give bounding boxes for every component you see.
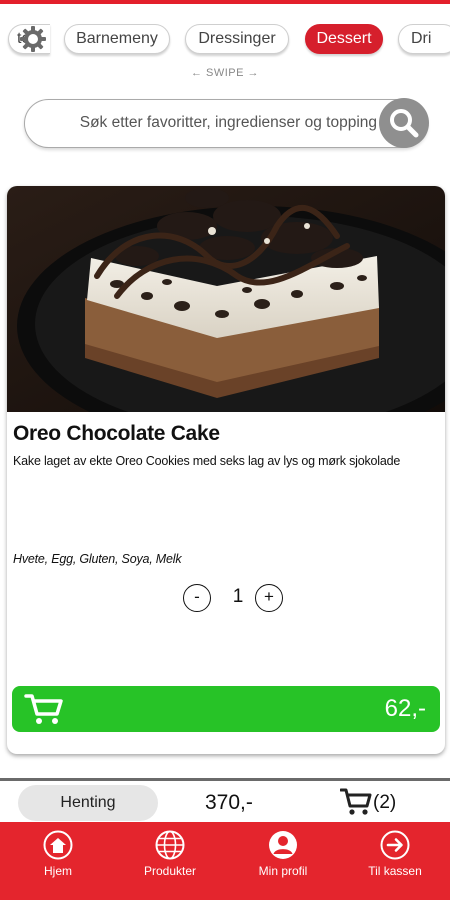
swipe-hint: ← SWIPE →	[190, 67, 260, 79]
cart-icon	[24, 694, 63, 724]
search-button[interactable]	[379, 98, 429, 148]
home-icon	[43, 830, 73, 860]
nav-checkout[interactable]: Til kassen	[340, 822, 450, 900]
quantity-stepper: - 1 +	[183, 584, 283, 614]
search-box[interactable]	[24, 98, 429, 148]
nav-home-label: Hjem	[43, 864, 72, 878]
cart-summary[interactable]: (2)	[340, 787, 400, 817]
arrow-right-icon	[380, 830, 410, 860]
search-icon	[390, 109, 419, 138]
quantity-value: 1	[232, 586, 244, 607]
cart-summary-icon	[340, 788, 372, 815]
cart-count: (2)	[373, 792, 397, 813]
product-allergens: Hvete, Egg, Gluten, Soya, Melk	[13, 552, 182, 566]
nav-products[interactable]: Produkter	[115, 822, 225, 900]
order-total: 370,-	[205, 791, 253, 814]
nav-profile-label: Min profil	[258, 864, 308, 878]
order-summary-bar: Henting 370,- (2)	[0, 781, 450, 821]
category-tab-barnemeny[interactable]: Barnemeny	[64, 24, 170, 54]
category-tab-drikke[interactable]: Dri	[398, 24, 450, 54]
product-description: Kake laget av ekte Oreo Cookies med seks…	[13, 454, 401, 468]
decrease-quantity-button[interactable]: -	[183, 584, 211, 612]
product-price: 62,-	[384, 695, 426, 722]
increase-quantity-button[interactable]: +	[255, 584, 283, 612]
nav-checkout-label: Til kassen	[368, 864, 422, 878]
gear-icon[interactable]	[18, 24, 48, 54]
search-input[interactable]	[45, 108, 377, 138]
bottom-navigation: Hjem Produkter Min profil Til kassen	[0, 822, 450, 900]
product-title: Oreo Chocolate Cake	[13, 422, 220, 445]
profile-icon	[269, 831, 297, 859]
nav-products-label: Produkter	[143, 864, 197, 878]
pickup-toggle[interactable]: Henting	[18, 785, 158, 821]
category-tab-dessert[interactable]: Dessert	[305, 24, 383, 54]
category-tab-dressinger[interactable]: Dressinger	[185, 24, 289, 54]
nav-home[interactable]: Hjem	[3, 822, 113, 900]
add-to-cart-button[interactable]: 62,-	[12, 686, 440, 732]
top-accent-strip	[0, 0, 450, 4]
product-card: Oreo Chocolate Cake Kake laget av ekte O…	[7, 186, 445, 754]
grid-globe-icon	[155, 830, 185, 860]
category-bar[interactable]: ter Barnemeny Dressinger Dessert Dri	[0, 18, 450, 58]
product-photo	[7, 186, 445, 412]
nav-profile[interactable]: Min profil	[228, 822, 338, 900]
